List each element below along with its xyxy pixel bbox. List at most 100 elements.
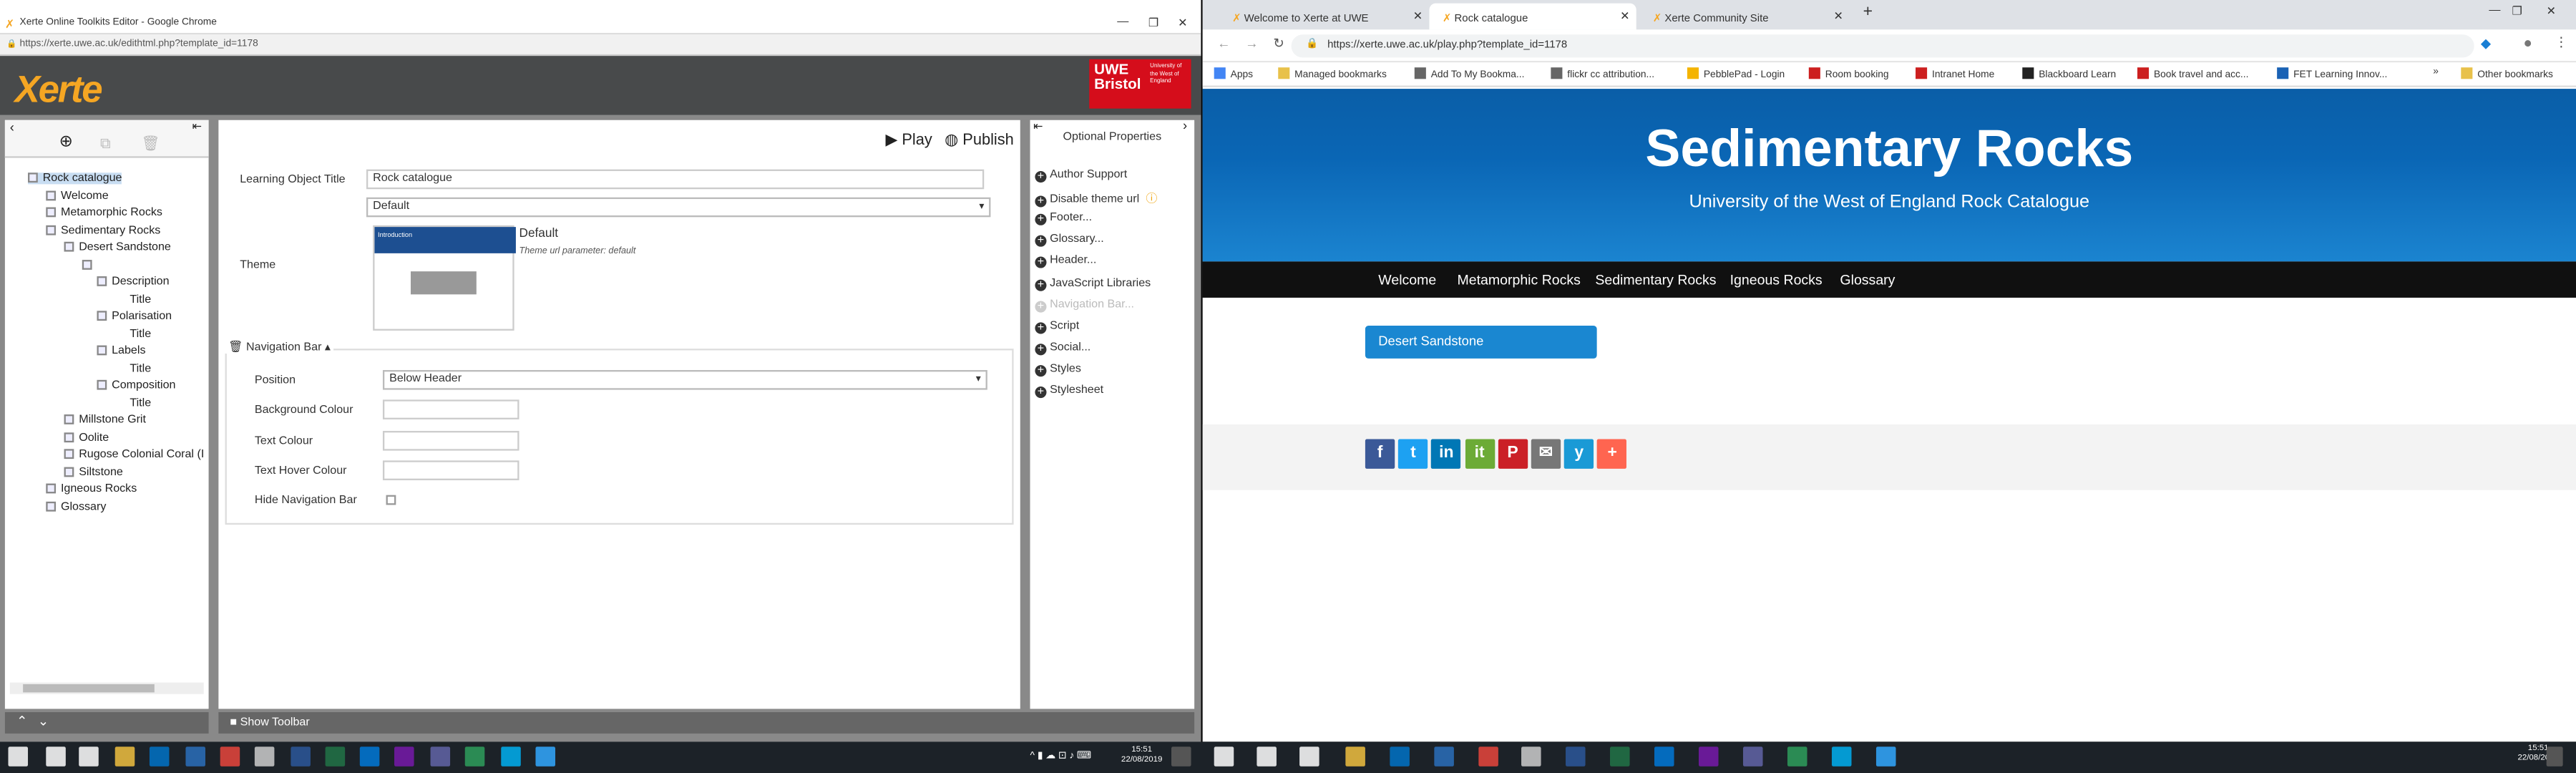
site-nav-item[interactable]: Metamorphic Rocks [1457, 271, 1580, 288]
photoshop-icon[interactable] [535, 747, 556, 767]
minimize-icon[interactable]: — [1117, 16, 1128, 28]
tree-node[interactable]: Title [115, 363, 151, 374]
text-colour-input[interactable] [382, 431, 519, 451]
site-nav-item[interactable]: Sedimentary Rocks [1595, 271, 1716, 288]
add-page-icon[interactable]: ⊕ [59, 133, 73, 151]
site-nav-item[interactable]: Welcome [1378, 271, 1436, 288]
email-icon[interactable]: ✉ [1531, 439, 1561, 469]
bookmark-item[interactable]: Blackboard Learn [2022, 67, 2116, 81]
tree-node[interactable]: Title [115, 293, 151, 305]
skype-icon[interactable] [1831, 747, 1852, 767]
app-icon[interactable] [1521, 747, 1541, 767]
move-down-icon[interactable]: ⌄ [38, 714, 49, 729]
linkedin-icon[interactable]: in [1431, 439, 1461, 469]
tree-node[interactable]: Labels [97, 345, 146, 357]
optional-property-item[interactable]: + Glossary... [1035, 234, 1104, 248]
trash-icon[interactable]: 🗑 [228, 342, 243, 354]
tree-node[interactable]: Glossary [46, 500, 106, 512]
yammer-icon[interactable]: y [1564, 439, 1594, 469]
profile-icon[interactable]: ● [2524, 34, 2532, 51]
bg-colour-input[interactable] [382, 399, 519, 419]
notification-icon[interactable] [1171, 747, 1191, 767]
navigation-bar-legend[interactable]: 🗑 Navigation Bar ▴ [225, 340, 334, 354]
optional-property-item[interactable]: + Header... [1035, 256, 1096, 269]
bookmark-item[interactable]: PebblePad - Login [1687, 67, 1785, 81]
tree-node[interactable]: Description [97, 276, 170, 288]
task-view-icon[interactable] [79, 747, 99, 767]
search-icon[interactable] [46, 747, 66, 767]
more-icon[interactable]: + [1597, 439, 1627, 469]
extension-icon[interactable]: ◆ [2481, 37, 2491, 52]
bookmark-item[interactable]: flickr cc attribution... [1551, 67, 1654, 81]
app-icon[interactable] [1787, 747, 1807, 767]
edge-icon[interactable] [1654, 747, 1674, 767]
reload-icon[interactable]: ↻ [1273, 37, 1284, 52]
forward-icon[interactable]: → [1245, 37, 1258, 52]
info-icon[interactable]: ⓘ [1146, 194, 1157, 205]
tree-node[interactable]: Rugose Colonial Coral (I [64, 449, 205, 460]
optional-property-item[interactable]: + JavaScript Libraries [1035, 277, 1151, 291]
photoshop-icon[interactable] [1875, 747, 1896, 767]
tree-node[interactable]: Desert Sandstone [64, 241, 171, 253]
new-tab-icon[interactable]: + [1863, 4, 1873, 21]
optional-property-item[interactable]: + Script [1035, 320, 1079, 334]
optional-property-item[interactable]: + Disable theme url ⓘ [1035, 191, 1157, 208]
pinterest-icon[interactable]: P [1498, 439, 1528, 469]
outlook-icon[interactable] [149, 747, 170, 767]
search-icon[interactable] [1257, 747, 1277, 767]
tree-node[interactable]: Title [115, 328, 151, 339]
bookmark-item[interactable]: Book travel and acc... [2137, 67, 2248, 81]
facebook-icon[interactable]: f [1365, 439, 1395, 469]
tree-node[interactable]: Igneous Rocks [46, 483, 137, 495]
address-bar[interactable]: 🔒 https://xerte.uwe.ac.uk/play.php?templ… [1291, 34, 2474, 58]
optional-property-item[interactable]: + Social... [1035, 341, 1091, 355]
optional-property-item[interactable]: + Stylesheet [1035, 385, 1103, 399]
collapse-left-icon[interactable]: ‹ [10, 120, 14, 135]
windows-start-icon[interactable] [8, 747, 29, 767]
tree-node[interactable]: Millstone Grit [64, 414, 146, 426]
maximize-icon[interactable]: ❐ [2512, 5, 2522, 18]
pin-icon[interactable]: ⇤ [192, 120, 202, 133]
windows-start-icon[interactable] [1214, 747, 1234, 767]
close-tab-icon[interactable]: ✕ [1620, 10, 1629, 23]
bookmark-item[interactable]: FET Learning Innov... [2277, 67, 2387, 81]
close-icon[interactable]: ✕ [1178, 16, 1187, 29]
tree-node[interactable]: Welcome [46, 190, 109, 201]
optional-property-item[interactable]: + Styles [1035, 364, 1081, 376]
text-hover-input[interactable] [382, 460, 519, 480]
close-tab-icon[interactable]: ✕ [1834, 10, 1843, 23]
site-nav-item[interactable]: Igneous Rocks [1730, 271, 1823, 288]
onenote-icon[interactable] [394, 747, 414, 767]
chrome-icon[interactable] [220, 747, 240, 767]
scoopit-icon[interactable]: it [1465, 439, 1495, 469]
tree-node[interactable]: Sedimentary Rocks [46, 224, 160, 236]
maximize-icon[interactable]: ❐ [1148, 16, 1158, 29]
notification-icon[interactable] [2546, 747, 2563, 767]
bookmark-item[interactable]: Intranet Home [1916, 67, 1994, 81]
mail-icon[interactable] [1434, 747, 1454, 767]
site-nav-item[interactable]: Glossary [1840, 271, 1895, 288]
bookmark-item[interactable]: Other bookmarks [2461, 67, 2553, 81]
excel-icon[interactable] [1610, 747, 1630, 767]
tree-node[interactable]: Polarisation [97, 311, 172, 322]
bookmark-item[interactable]: Room booking [1808, 67, 1889, 81]
menu-icon[interactable]: ⋮ [2555, 34, 2567, 49]
tree-node[interactable]: Metamorphic Rocks [46, 207, 162, 219]
tree-node[interactable] [82, 258, 97, 271]
task-view-icon[interactable] [1299, 747, 1319, 767]
tab-rock-catalogue[interactable]: ✗ Rock catalogue ✕ [1429, 3, 1636, 30]
copy-page-icon[interactable]: ⧉ [100, 135, 111, 152]
play-button[interactable]: ▶ Play [886, 132, 932, 150]
tab-welcome[interactable]: ✗ Welcome to Xerte at UWE ✕ [1219, 4, 1430, 30]
mail-icon[interactable] [185, 747, 205, 767]
bookmarks-overflow-icon[interactable]: » [2433, 67, 2439, 77]
teams-icon[interactable] [1742, 747, 1763, 767]
skype-icon[interactable] [501, 747, 521, 767]
bookmark-item[interactable]: Add To My Bookma... [1414, 67, 1524, 81]
delete-page-icon[interactable]: 🗑 [141, 135, 160, 152]
tree-node[interactable]: Oolite [64, 432, 109, 443]
word-icon[interactable] [291, 747, 311, 767]
file-explorer-icon[interactable] [1345, 747, 1365, 767]
show-toolbar-button[interactable]: ■ Show Toolbar [230, 717, 309, 729]
tree-node[interactable]: Composition [97, 379, 175, 392]
